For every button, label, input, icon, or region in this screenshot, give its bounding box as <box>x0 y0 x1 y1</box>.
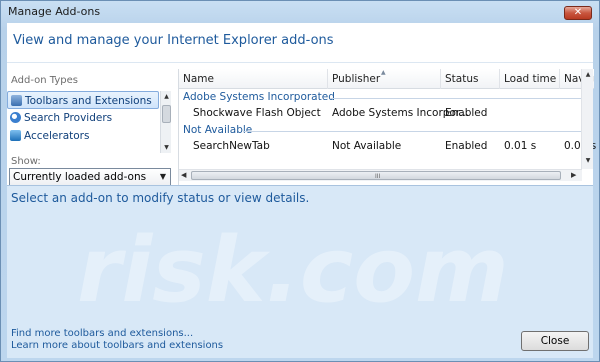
sort-ascending-icon: ▲ <box>381 69 386 76</box>
details-message: Select an add-on to modify status or vie… <box>11 191 310 205</box>
addons-grid: Name Publisher ▲ Status Load time Navig … <box>178 69 596 185</box>
column-separator[interactable] <box>499 69 500 89</box>
scroll-up-arrow-icon[interactable]: ▲ <box>583 71 593 78</box>
scroll-down-arrow-icon[interactable]: ▼ <box>583 157 593 164</box>
grid-header: Name Publisher ▲ Status Load time Navig <box>179 69 594 89</box>
column-header-status[interactable]: Status <box>445 73 478 85</box>
scroll-left-arrow-icon[interactable]: ◀ <box>181 171 186 179</box>
title-bar[interactable]: Manage Add-ons ✕ <box>1 1 599 23</box>
watermark-logo: risk.com <box>77 218 509 316</box>
row-status: Enabled <box>445 107 488 119</box>
column-separator[interactable] <box>327 69 328 89</box>
column-header-publisher[interactable]: Publisher <box>332 73 380 85</box>
row-publisher: Not Available <box>332 140 402 152</box>
group-header-adobe: Adobe Systems Incorporated <box>183 91 335 103</box>
chevron-down-icon: ▼ <box>159 172 166 181</box>
scroll-thumb[interactable] <box>162 105 171 123</box>
row-load-time: 0.01 s <box>504 140 537 152</box>
svg-text:risk.com: risk.com <box>77 218 509 316</box>
accelerators-icon <box>10 130 21 141</box>
show-dropdown[interactable]: Currently loaded add-ons ▼ <box>9 168 171 186</box>
type-item-accelerators[interactable]: Accelerators <box>7 127 159 145</box>
search-providers-icon <box>10 112 21 123</box>
grid-vertical-scrollbar[interactable]: ▲ ▼ <box>581 69 593 169</box>
column-separator[interactable] <box>440 69 441 89</box>
header-panel: View and manage your Internet Explorer a… <box>7 23 593 63</box>
row-name: SearchNewTab <box>193 140 270 152</box>
column-header-name[interactable]: Name <box>183 73 214 85</box>
scroll-thumb[interactable]: III <box>191 171 561 180</box>
type-item-toolbars-extensions[interactable]: Toolbars and Extensions <box>7 91 159 109</box>
manage-addons-window: Manage Add-ons ✕ View and manage your In… <box>0 0 600 362</box>
details-panel: Select an add-on to modify status or vie… <box>7 185 593 320</box>
footer-panel: Find more toolbars and extensions... Lea… <box>7 320 593 358</box>
type-item-label: Toolbars and Extensions <box>25 95 152 107</box>
row-status: Enabled <box>445 140 488 152</box>
type-item-label: Search Providers <box>24 112 113 124</box>
addon-types-list: Toolbars and Extensions Search Providers… <box>7 91 173 155</box>
addon-types-scrollbar[interactable]: ▲ ▼ <box>160 91 171 153</box>
content-area: Add-on Types Toolbars and Extensions Sea… <box>7 63 596 186</box>
group-divider <box>243 131 581 132</box>
scroll-down-arrow-icon[interactable]: ▼ <box>162 143 171 152</box>
scroll-up-arrow-icon[interactable]: ▲ <box>162 92 171 101</box>
column-header-load-time[interactable]: Load time <box>504 73 556 85</box>
header-title: View and manage your Internet Explorer a… <box>13 33 334 48</box>
grid-horizontal-scrollbar[interactable]: ◀ III ▶ <box>179 169 582 181</box>
row-name: Shockwave Flash Object <box>193 107 321 119</box>
scroll-right-arrow-icon[interactable]: ▶ <box>571 171 576 179</box>
find-more-link[interactable]: Find more toolbars and extensions... <box>11 328 193 339</box>
column-separator[interactable] <box>559 69 560 89</box>
window-title: Manage Add-ons <box>8 5 101 18</box>
close-button[interactable]: Close <box>521 331 589 351</box>
toolbars-icon <box>11 95 22 106</box>
type-item-search-providers[interactable]: Search Providers <box>7 109 159 127</box>
show-label: Show: <box>11 156 41 167</box>
addon-types-label: Add-on Types <box>11 75 78 86</box>
show-dropdown-value: Currently loaded add-ons <box>13 171 147 183</box>
scroll-grip-icon: III <box>375 173 381 180</box>
window-close-icon[interactable]: ✕ <box>564 6 592 20</box>
type-item-label: Accelerators <box>24 130 90 142</box>
learn-more-link[interactable]: Learn more about toolbars and extensions <box>11 340 223 351</box>
group-header-not-available: Not Available <box>183 124 253 136</box>
group-divider <box>331 98 581 99</box>
addon-types-pane: Add-on Types Toolbars and Extensions Sea… <box>7 69 173 186</box>
